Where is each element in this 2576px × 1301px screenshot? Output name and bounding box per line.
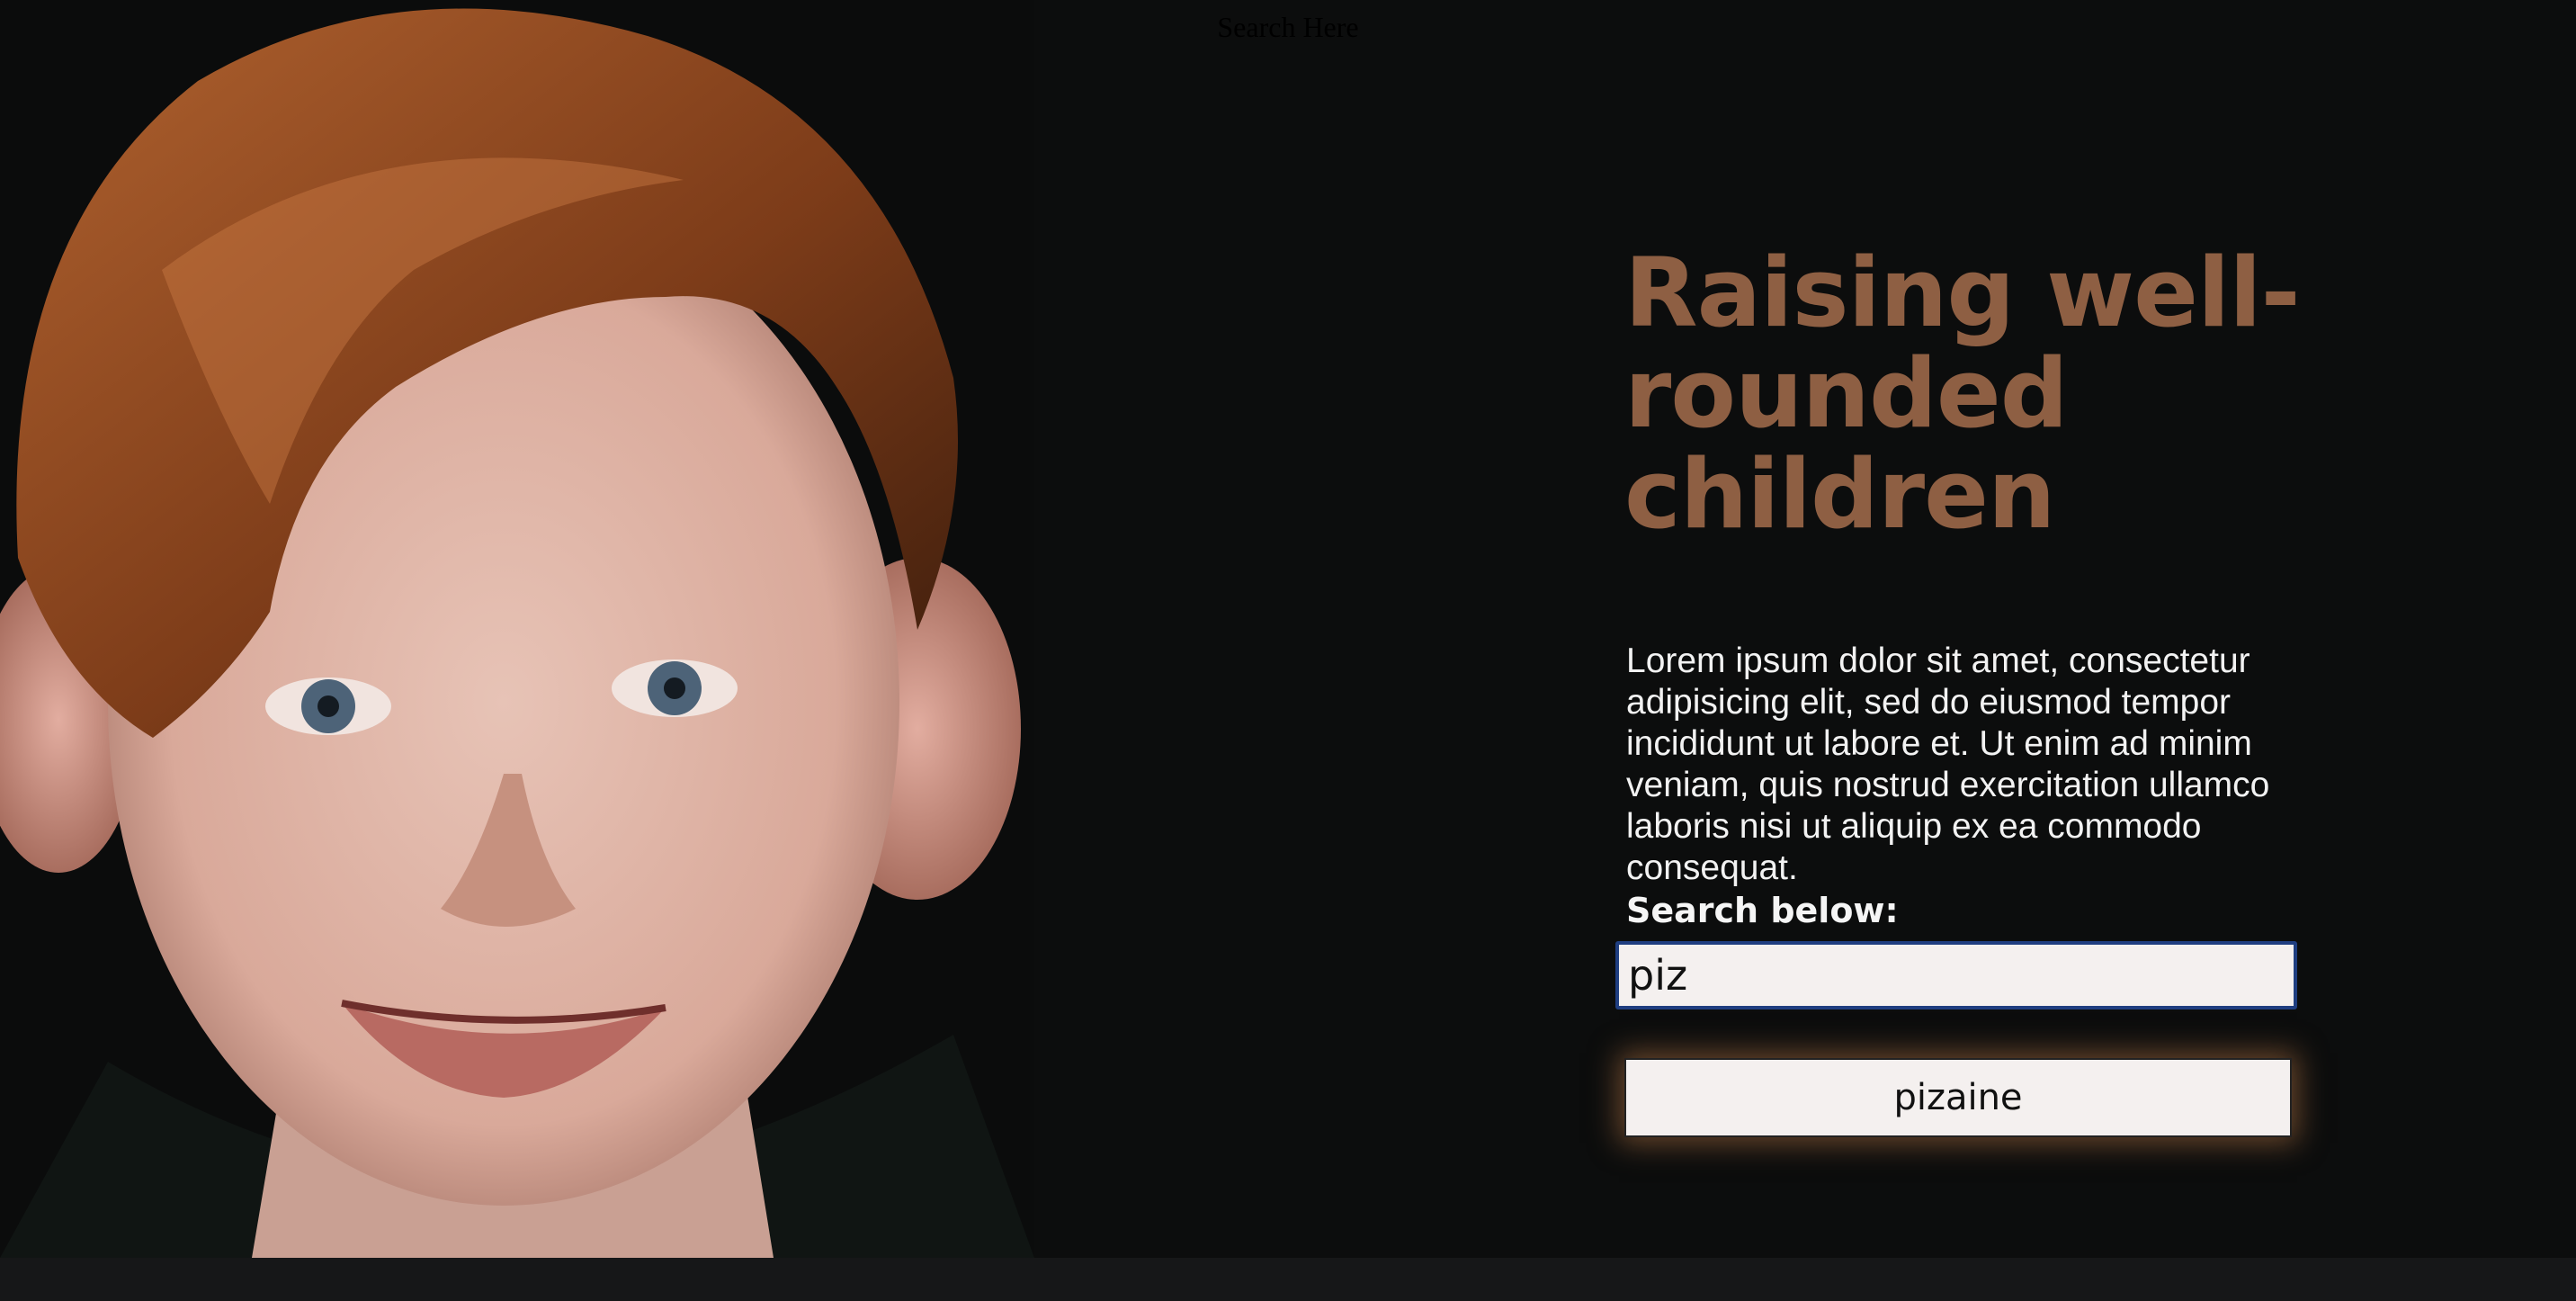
footer-strip	[0, 1258, 2576, 1301]
hero-body-text: Lorem ipsum dolor sit amet, consectetur …	[1626, 642, 2270, 887]
child-portrait-image	[0, 0, 1034, 1258]
hero-content: Raising well-rounded children Lorem ipsu…	[1615, 238, 2398, 1137]
search-label: Search below:	[1626, 891, 1899, 930]
search-input[interactable]	[1615, 941, 2297, 1009]
hero-headline: Raising well-rounded children	[1624, 238, 2301, 550]
search-suggestion-button[interactable]: pizaine	[1624, 1058, 2292, 1137]
